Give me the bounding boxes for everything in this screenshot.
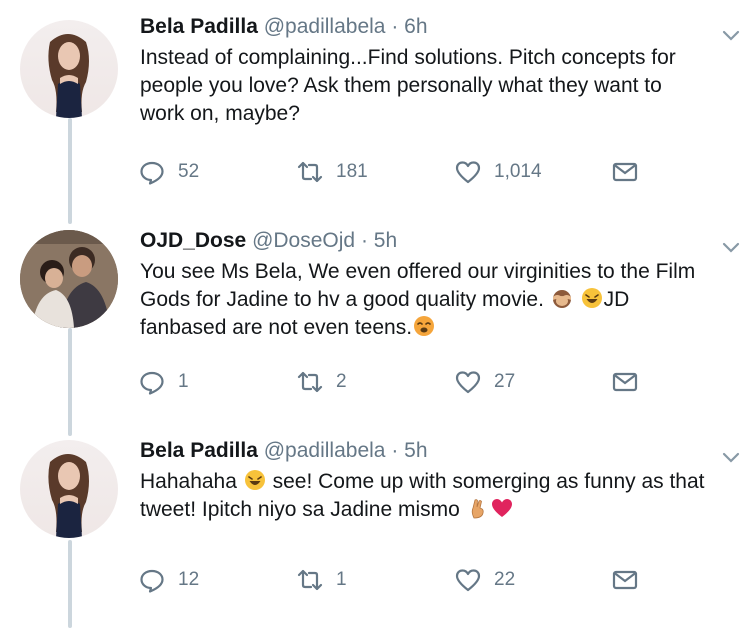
chevron-down-icon[interactable] (720, 446, 742, 468)
separator: · (391, 439, 399, 462)
retweet-icon (297, 371, 323, 393)
user-handle[interactable]: @DoseOjd (252, 229, 355, 252)
like-button[interactable]: 27 (454, 368, 515, 396)
tweet-text: Hahahaha see! Come up with somerging as … (140, 468, 720, 524)
dm-button[interactable] (611, 368, 639, 396)
tweet[interactable]: Bela Padilla @padillabela · 6h Instead o… (0, 0, 750, 208)
display-name[interactable]: Bela Padilla (140, 15, 258, 38)
retweet-count: 181 (336, 161, 368, 182)
tweet-text: Instead of complaining...Find solutions.… (140, 46, 676, 125)
tweet[interactable]: OJD_Dose @DoseOjd · 5h You see Ms Bela, … (0, 208, 750, 420)
separator: · (391, 15, 399, 38)
reply-count: 1 (178, 371, 189, 392)
tweet-text: You see Ms Bela, We even offered our vir… (140, 258, 720, 342)
laughing-emoji (243, 468, 267, 492)
retweet-icon (297, 569, 323, 591)
like-button[interactable]: 1,014 (454, 158, 542, 186)
tweet[interactable]: Bela Padilla @padillabela · 5h Hahahaha … (0, 420, 750, 628)
tweet-header: Bela Padilla @padillabela · 5h (140, 438, 730, 464)
see-no-evil-monkey-emoji (550, 286, 574, 310)
timestamp[interactable]: 6h (404, 15, 427, 38)
timestamp[interactable]: 5h (374, 229, 397, 252)
avatar[interactable] (20, 440, 118, 538)
chevron-down-icon[interactable] (720, 24, 742, 46)
like-count: 27 (494, 371, 516, 392)
reply-button[interactable]: 1 (138, 368, 189, 396)
reply-button[interactable]: 12 (138, 566, 199, 594)
envelope-icon (612, 570, 638, 590)
chevron-down-icon[interactable] (720, 236, 742, 258)
tweet-header: Bela Padilla @padillabela · 6h (140, 14, 730, 40)
retweet-button[interactable]: 2 (296, 368, 347, 396)
reply-icon (140, 371, 164, 395)
weary-face-emoji (412, 314, 436, 338)
reply-icon (140, 569, 164, 593)
dm-button[interactable] (611, 566, 639, 594)
reply-count: 12 (178, 569, 200, 590)
envelope-icon (612, 372, 638, 392)
retweet-count: 1 (336, 569, 347, 590)
timestamp[interactable]: 5h (404, 439, 427, 462)
user-handle[interactable]: @padillabela (264, 439, 386, 462)
display-name[interactable]: OJD_Dose (140, 229, 246, 252)
avatar[interactable] (20, 230, 118, 328)
tweet-thread: Bela Padilla @padillabela · 6h Instead o… (0, 0, 750, 628)
tweet-text-part: Hahahaha (140, 470, 237, 493)
fingers-crossed-emoji (466, 496, 490, 520)
reply-count: 52 (178, 161, 200, 182)
tweet-header: OJD_Dose @DoseOjd · 5h (140, 228, 730, 254)
heart-icon (455, 569, 481, 592)
separator: · (360, 229, 368, 252)
reply-icon (140, 161, 164, 185)
envelope-icon (612, 162, 638, 182)
heart-icon (455, 161, 481, 184)
avatar[interactable] (20, 20, 118, 118)
like-count: 1,014 (494, 161, 542, 182)
display-name[interactable]: Bela Padilla (140, 439, 258, 462)
red-heart-emoji (490, 496, 514, 520)
heart-icon (455, 371, 481, 394)
user-handle[interactable]: @padillabela (264, 15, 386, 38)
laughing-emoji (580, 286, 604, 310)
dm-button[interactable] (611, 158, 639, 186)
like-button[interactable]: 22 (454, 566, 515, 594)
retweet-icon (297, 161, 323, 183)
retweet-button[interactable]: 181 (296, 158, 368, 186)
retweet-count: 2 (336, 371, 347, 392)
like-count: 22 (494, 569, 516, 590)
reply-button[interactable]: 52 (138, 158, 199, 186)
retweet-button[interactable]: 1 (296, 566, 347, 594)
